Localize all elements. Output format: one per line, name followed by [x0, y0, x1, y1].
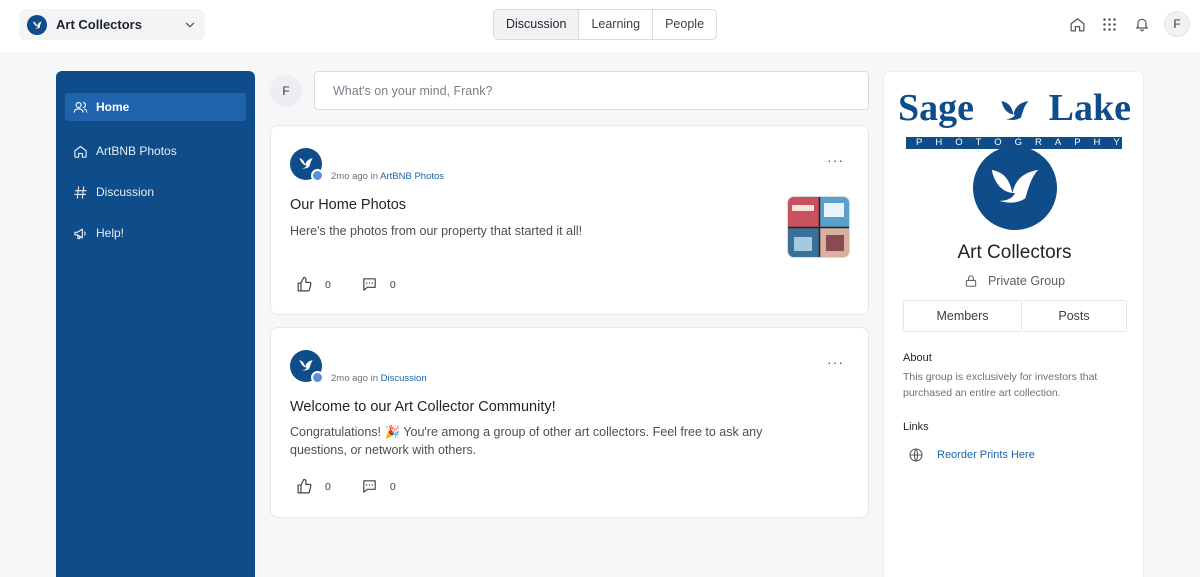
like-count: 0: [325, 480, 331, 493]
house-icon: [72, 143, 88, 159]
heron-logo-icon: [1001, 101, 1029, 120]
group-logo: [973, 146, 1057, 230]
post-thumbnail[interactable]: [787, 196, 850, 258]
post-actions: 0 0: [296, 276, 396, 293]
like-button[interactable]: 0: [296, 276, 331, 293]
comment-icon: [363, 278, 376, 291]
thumbs-up-icon: [297, 276, 312, 292]
photo-collage-image: [788, 197, 849, 257]
post-meta: 2mo ago in ArtBNB Photos: [331, 171, 445, 182]
top-bar: Art Collectors Discussion Learning Peopl…: [0, 0, 1200, 52]
post-card[interactable]: 2mo ago in Discussion ··· Welcome to our…: [270, 327, 869, 518]
globe-icon: [909, 448, 923, 462]
megaphone-icon: [72, 225, 88, 241]
comment-count: 0: [389, 278, 396, 291]
brand-word-left: Sage: [898, 87, 974, 129]
sidebar-item-label: Help!: [96, 226, 125, 240]
links-heading: Links: [903, 421, 929, 433]
group-logo-icon: [27, 14, 47, 35]
chevron-down-icon: [185, 22, 195, 27]
like-button[interactable]: 0: [296, 478, 331, 495]
sidebar-item-artbnb-photos[interactable]: ArtBNB Photos: [65, 137, 246, 165]
group-switcher[interactable]: Art Collectors: [19, 9, 205, 40]
tab-discussion[interactable]: Discussion: [494, 10, 579, 39]
comment-count: 0: [389, 480, 396, 493]
sidebar: Home ArtBNB Photos Discussion Help!: [56, 71, 255, 577]
group-info-panel: Sage Lake PHOTOGRAPHY Art Collectors Pri…: [883, 71, 1144, 577]
home-icon[interactable]: [1068, 15, 1087, 34]
verified-badge: [311, 169, 324, 182]
author-avatar[interactable]: [290, 350, 324, 384]
comment-button[interactable]: 0: [361, 276, 396, 293]
composer-avatar: F: [270, 75, 302, 107]
top-icons: F: [1068, 11, 1190, 37]
thumbs-up-icon: [297, 478, 312, 494]
brand-word-right: Lake: [1048, 87, 1131, 129]
lock-icon: [965, 275, 977, 287]
main-tabs: Discussion Learning People: [493, 9, 718, 40]
privacy-status: Private Group: [884, 274, 1145, 288]
tab-people[interactable]: People: [652, 10, 716, 39]
sidebar-item-label: Home: [96, 100, 130, 114]
group-switcher-name: Art Collectors: [56, 17, 142, 32]
comment-button[interactable]: 0: [361, 478, 396, 495]
sidebar-item-help[interactable]: Help!: [65, 219, 246, 247]
post-body: Congratulations! 🎉 You're among a group …: [290, 425, 763, 457]
tab-learning[interactable]: Learning: [578, 10, 652, 39]
about-heading: About: [903, 352, 932, 364]
user-avatar[interactable]: F: [1164, 11, 1190, 37]
author-avatar[interactable]: [290, 148, 324, 182]
post-actions: 0 0: [296, 478, 396, 495]
post-composer-input[interactable]: [314, 71, 869, 110]
sidebar-item-label: ArtBNB Photos: [96, 144, 177, 158]
more-options-icon[interactable]: ···: [827, 152, 844, 168]
sidebar-item-label: Discussion: [96, 185, 155, 199]
post-title[interactable]: Our Home Photos: [290, 197, 406, 213]
like-count: 0: [325, 278, 331, 291]
hashtag-icon: [72, 184, 88, 200]
link-reorder-prints[interactable]: Reorder Prints Here: [908, 447, 1035, 463]
post-body: Here's the photos from our property that…: [290, 224, 583, 238]
more-options-icon[interactable]: ···: [827, 354, 844, 370]
posts-button[interactable]: Posts: [1021, 300, 1127, 332]
post-card[interactable]: 2mo ago in ArtBNB Photos ··· Our Home Ph…: [270, 125, 869, 315]
channel-link[interactable]: Discussion: [381, 373, 427, 384]
verified-badge: [311, 371, 324, 384]
sidebar-item-discussion[interactable]: Discussion: [65, 178, 246, 206]
apps-grid-icon[interactable]: [1100, 15, 1119, 34]
heron-logo-icon: [991, 169, 1039, 203]
post-meta: 2mo ago in Discussion: [331, 373, 427, 384]
sidebar-item-home[interactable]: Home: [65, 93, 246, 121]
bell-icon[interactable]: [1132, 15, 1151, 34]
channel-link[interactable]: ArtBNB Photos: [380, 171, 444, 182]
post-title[interactable]: Welcome to our Art Collector Community!: [290, 399, 556, 415]
comment-icon: [363, 480, 376, 493]
members-button[interactable]: Members: [903, 300, 1022, 332]
about-text: This group is exclusively for investors …: [903, 371, 1098, 399]
user-group-icon: [72, 99, 88, 115]
group-name: Art Collectors: [957, 242, 1072, 263]
